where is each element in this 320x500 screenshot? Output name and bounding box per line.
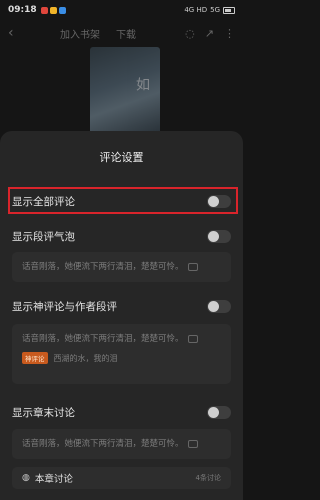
bubble-icon: [187, 335, 198, 343]
preview-text: 话音刚落，她便流下两行清泪，楚楚可怜。: [22, 429, 221, 459]
signal-label: 5G: [210, 6, 220, 14]
cover-title: 如: [134, 77, 150, 91]
god-comment-text: 西湖的水，我的泪: [53, 353, 118, 363]
discussion-count: 4条讨论: [195, 474, 221, 482]
comment-settings-sheet: 评论设置 显示全部评论 显示段评气泡 话音刚落，她便流下两行清泪，楚楚可怜。 显…: [0, 131, 243, 500]
notification-icon: [49, 6, 57, 14]
chapter-discussion-toggle[interactable]: [207, 405, 231, 419]
paragraph-bubble-preview: 话音刚落，她便流下两行清泪，楚楚可怜。: [12, 252, 231, 282]
notification-icon: [58, 6, 66, 14]
comment-icon[interactable]: ◌: [185, 27, 195, 40]
setting-label: 显示章末讨论: [12, 406, 75, 419]
battery-icon: [223, 6, 235, 14]
preview-sentence: 话音刚落，她便流下两行清泪，楚楚可怜。: [22, 439, 184, 449]
setting-row-paragraph-bubble[interactable]: 显示段评气泡: [0, 223, 243, 249]
god-comments-preview: 话音刚落，她便流下两行清泪，楚楚可怜。 神评论 西湖的水，我的泪: [12, 324, 231, 384]
setting-label: 显示段评气泡: [12, 230, 75, 243]
chapter-discussion-label: 本章讨论: [34, 474, 73, 485]
more-icon[interactable]: ⋮: [224, 27, 235, 40]
setting-row-chapter-discussion[interactable]: 显示章末讨论: [0, 399, 243, 425]
toggle-knob: [208, 406, 219, 418]
download-button[interactable]: 下载: [116, 26, 136, 41]
paragraph-bubble-toggle[interactable]: [207, 229, 231, 243]
chapter-discussion-button[interactable]: ◍ 本章讨论 4条讨论: [12, 467, 231, 489]
highlight-frame: [8, 187, 238, 214]
reader-top-bar: ‹ 加入书架 下载 ◌ ↗ ⋮: [0, 20, 243, 46]
network-label: 4G HD: [184, 6, 208, 14]
status-bar: 09:18 4G HD 5G: [0, 0, 243, 20]
bubble-icon: [187, 440, 198, 448]
back-arrow-icon[interactable]: ‹: [8, 25, 28, 41]
preview-text: 话音刚落，她便流下两行清泪，楚楚可怜。: [22, 252, 221, 282]
setting-label: 显示神评论与作者段评: [12, 300, 117, 313]
chapter-discussion-preview: 话音刚落，她便流下两行清泪，楚楚可怜。: [12, 429, 231, 459]
toggle-knob: [208, 230, 219, 242]
book-cover: 如: [90, 47, 160, 139]
god-comments-toggle[interactable]: [207, 299, 231, 313]
add-to-shelf-button[interactable]: 加入书架: [60, 26, 100, 41]
chat-icon: ◍: [22, 473, 30, 483]
preview-sentence: 话音刚落，她便流下两行清泪，楚楚可怜。: [22, 334, 184, 344]
notification-icon: [40, 6, 48, 14]
god-comment-tag: 神评论: [22, 352, 48, 364]
toggle-knob: [208, 300, 219, 312]
sheet-title: 评论设置: [99, 151, 144, 164]
bubble-icon: [187, 263, 198, 271]
status-icons: 4G HD 5G: [184, 6, 235, 14]
share-icon[interactable]: ↗: [205, 27, 214, 40]
status-time: 09:18: [8, 5, 37, 15]
preview-text: 话音刚落，她便流下两行清泪，楚楚可怜。: [22, 324, 221, 354]
setting-row-god-comments[interactable]: 显示神评论与作者段评: [0, 293, 243, 319]
preview-sentence: 话音刚落，她便流下两行清泪，楚楚可怜。: [22, 262, 184, 272]
